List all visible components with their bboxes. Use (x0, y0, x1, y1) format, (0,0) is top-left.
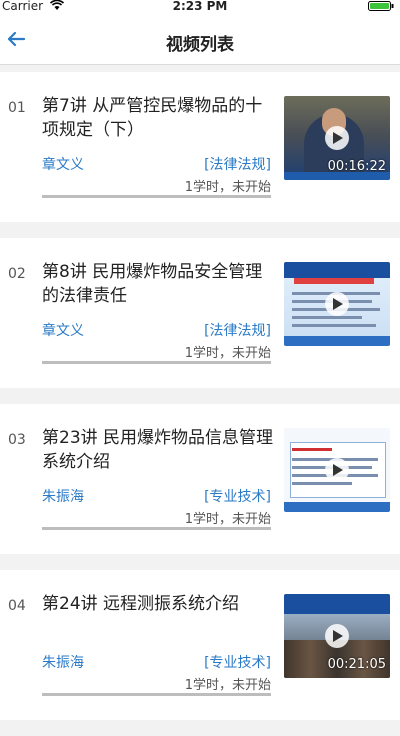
lecturer-name: 章文义 (42, 157, 84, 173)
lecturer-name: 朱振海 (42, 489, 84, 505)
category-tag: [法律法规] (204, 323, 271, 339)
category-tag: [法律法规] (204, 157, 271, 173)
video-thumbnail[interactable] (284, 428, 390, 512)
navigation-bar: 视频列表 (0, 14, 400, 65)
video-title[interactable]: 第7讲 从严管控民爆物品的十项规定（下） (42, 94, 277, 142)
page-title: 视频列表 (166, 35, 234, 55)
video-thumbnail[interactable]: 00:21:05 (284, 594, 390, 678)
video-thumbnail[interactable] (284, 262, 390, 346)
progress-status: 1学时，未开始 (184, 346, 271, 361)
video-title[interactable]: 第23讲 民用爆炸物品信息管理系统介绍 (42, 426, 277, 474)
video-list-item[interactable]: 03 第23讲 民用爆炸物品信息管理系统介绍 朱振海 [专业技术] 1学时，未开… (0, 404, 400, 554)
play-icon[interactable] (325, 458, 349, 482)
video-list-item[interactable]: 01 第7讲 从严管控民爆物品的十项规定（下） 章文义 [法律法规] 1学时，未… (0, 72, 400, 222)
video-thumbnail[interactable]: 00:16:22 (284, 96, 390, 180)
item-index: 01 (8, 100, 26, 116)
video-title[interactable]: 第24讲 远程测振系统介绍 (42, 592, 277, 616)
item-index: 04 (8, 598, 26, 614)
play-icon[interactable] (325, 624, 349, 648)
video-duration: 00:16:22 (327, 159, 386, 174)
lecturer-name: 朱振海 (42, 655, 84, 671)
progress-bar (42, 693, 271, 696)
video-list-item[interactable]: 04 第24讲 远程测振系统介绍 朱振海 [专业技术] 1学时，未开始 00:2… (0, 570, 400, 720)
play-icon[interactable] (325, 292, 349, 316)
status-bar: Carrier 2:23 PM (0, 0, 400, 14)
play-icon[interactable] (325, 126, 349, 150)
video-list: 01 第7讲 从严管控民爆物品的十项规定（下） 章文义 [法律法规] 1学时，未… (0, 72, 400, 736)
progress-bar (42, 527, 271, 530)
progress-bar (42, 361, 271, 364)
clock: 2:23 PM (172, 0, 228, 13)
category-tag: [专业技术] (204, 655, 271, 671)
video-list-item[interactable]: 02 第8讲 民用爆炸物品安全管理的法律责任 章文义 [法律法规] 1学时，未开… (0, 238, 400, 388)
progress-status: 1学时，未开始 (184, 180, 271, 195)
item-index: 02 (8, 266, 26, 282)
progress-bar (42, 195, 271, 198)
video-duration: 00:21:05 (327, 657, 386, 672)
lecturer-name: 章文义 (42, 323, 84, 339)
item-index: 03 (8, 432, 26, 448)
video-title[interactable]: 第8讲 民用爆炸物品安全管理的法律责任 (42, 260, 277, 308)
battery-icon (368, 1, 394, 11)
progress-status: 1学时，未开始 (184, 678, 271, 693)
category-tag: [专业技术] (204, 489, 271, 505)
progress-status: 1学时，未开始 (184, 512, 271, 527)
